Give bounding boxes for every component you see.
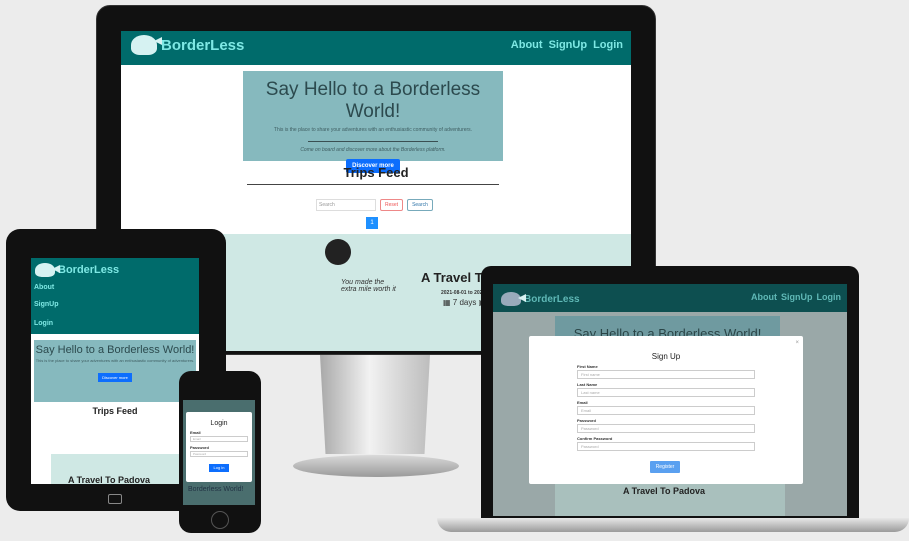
monitor-stand (320, 355, 430, 454)
signup-modal: × Sign Up First Name First name Last Nam… (529, 336, 803, 484)
hero-banner: Say Hello to a Borderless World! This is… (243, 71, 503, 173)
laptop-brand-name: BorderLess (524, 293, 580, 305)
tablet-brand[interactable]: BorderLess (35, 263, 119, 277)
tablet-hero: Say Hello to a Borderless World! This is… (34, 340, 196, 402)
tablet-brand-name: BorderLess (58, 264, 120, 276)
laptop-trip-title[interactable]: A Travel To Padova (623, 486, 705, 496)
login-password-input[interactable]: Password (190, 451, 248, 457)
trip-days: 7 days (452, 298, 477, 307)
login-modal: Login Email Email Password Password Log … (186, 412, 252, 482)
login-button[interactable]: Log in (209, 464, 229, 472)
laptop-nav-links: About SignUp Login (751, 292, 841, 302)
last-name-input[interactable]: Last name (577, 388, 755, 397)
nav-signup-link[interactable]: SignUp (549, 39, 588, 51)
tablet-home-button (108, 494, 122, 504)
signup-password-input[interactable]: Password (577, 424, 755, 433)
hero-subtitle-2: Come on board and discover more about th… (300, 147, 446, 153)
laptop-brand[interactable]: BorderLess (501, 292, 580, 306)
close-icon[interactable]: × (795, 340, 799, 346)
trips-feed-title: Trips Feed (343, 165, 409, 180)
laptop-navbar: BorderLess About SignUp Login (493, 284, 847, 312)
avatar (325, 239, 351, 265)
tablet-trip-title[interactable]: A Travel To Padova (68, 475, 150, 485)
monitor-base (293, 455, 459, 477)
confirm-password-input[interactable]: Password (577, 442, 755, 451)
trip-note: You made the extra mile worth it (341, 279, 396, 293)
search-input[interactable]: Search (316, 199, 376, 211)
search-row: Search Reset Search (316, 199, 433, 211)
whale-logo-icon (131, 35, 157, 55)
tablet-discover-button[interactable]: Discover more (98, 373, 132, 382)
feed-divider (247, 184, 499, 185)
nav-links: About SignUp Login (511, 39, 623, 51)
calendar-icon: ▦ (443, 298, 451, 307)
whale-logo-icon (501, 292, 521, 306)
reset-button[interactable]: Reset (380, 199, 404, 211)
signup-password-label: Password (577, 418, 596, 423)
signup-email-label: Email (577, 400, 588, 405)
tablet-hero-title: Say Hello to a Borderless World! (35, 344, 195, 356)
login-email-label: Email (190, 430, 201, 435)
login-password-label: Password (190, 445, 209, 450)
laptop-nav-login[interactable]: Login (817, 292, 842, 302)
last-name-label: Last Name (577, 382, 598, 387)
hero-subtitle: This is the place to share your adventur… (273, 127, 473, 133)
laptop-nav-about[interactable]: About (751, 292, 777, 302)
pagination-page-button[interactable]: 1 (366, 217, 378, 229)
phone-home-button (211, 511, 229, 529)
signup-email-input[interactable]: Email (577, 406, 755, 415)
first-name-label: First Name (577, 364, 598, 369)
tablet-nav-login[interactable]: Login (34, 320, 53, 327)
navbar: BorderLess About SignUp Login (121, 31, 631, 65)
login-title: Login (210, 420, 228, 427)
tablet-navbar: BorderLess About SignUp Login (31, 258, 199, 334)
tablet-nav-signup[interactable]: SignUp (34, 301, 59, 308)
register-button[interactable]: Register (650, 461, 680, 473)
laptop-base (437, 518, 909, 532)
brand-name: BorderLess (161, 36, 245, 54)
tablet-screen: BorderLess About SignUp Login Say Hello … (31, 258, 199, 484)
confirm-password-label: Confirm Password (577, 436, 613, 441)
login-email-input[interactable]: Email (190, 436, 248, 442)
tablet-feed-title: Trips Feed (92, 406, 138, 416)
phone-hero-peek: Borderless World! (188, 486, 244, 493)
laptop-nav-signup[interactable]: SignUp (781, 292, 813, 302)
hero-title: Say Hello to a Borderless World! (265, 79, 481, 122)
nav-login-link[interactable]: Login (593, 39, 623, 51)
laptop-screen: BorderLess About SignUp Login Say Hello … (493, 284, 847, 516)
nav-about-link[interactable]: About (511, 39, 543, 51)
tablet-nav-about[interactable]: About (34, 284, 54, 291)
whale-logo-icon (35, 263, 55, 277)
brand[interactable]: BorderLess (131, 35, 244, 55)
first-name-input[interactable]: First name (577, 370, 755, 379)
search-button[interactable]: Search (407, 199, 433, 211)
hero-divider (308, 141, 438, 142)
tablet-hero-subtitle: This is the place to share your adventur… (35, 358, 195, 363)
signup-title: Sign Up (651, 352, 681, 361)
